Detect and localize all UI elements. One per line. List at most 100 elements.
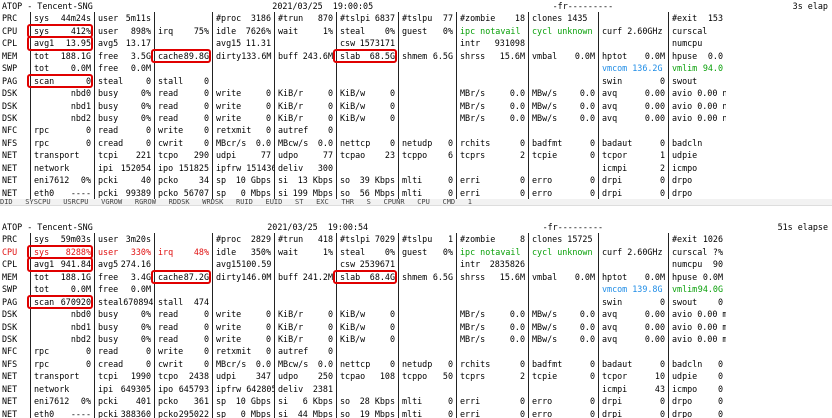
metric-cell: avq 0.00 bbox=[598, 111, 668, 125]
metric-key: icmpi bbox=[602, 162, 628, 173]
metric-value: 99389 bbox=[125, 187, 151, 198]
resource-row-net: NET network ipi 152054 ipo 151825 ipfrw 151436… bbox=[0, 161, 832, 175]
metric-key: irq bbox=[158, 25, 174, 36]
sample-datetime: 2021/03/25 19:00:05 bbox=[272, 1, 374, 11]
metric-value: 0.0 bbox=[509, 112, 525, 123]
metric-cell: wait 1% bbox=[274, 24, 336, 38]
metric-value: 0.00 bbox=[644, 100, 665, 111]
metric-cell: nbd2 bbox=[30, 111, 94, 125]
metric-value: 0 bbox=[265, 333, 271, 344]
metric-value: 0 bbox=[447, 408, 453, 418]
metric-value: nbd1 bbox=[70, 321, 91, 332]
metric-value: 0% bbox=[80, 396, 91, 407]
metric-key: tcpie bbox=[532, 150, 558, 161]
metric-cell bbox=[336, 161, 398, 175]
metric-cell: #trun 870 bbox=[274, 12, 336, 25]
metric-key: ipo bbox=[158, 162, 174, 173]
metric-value: 0 bbox=[589, 371, 595, 382]
metric-cell: udpo 250 bbox=[274, 370, 336, 383]
metric-value: 188.1G bbox=[60, 271, 91, 282]
resource-label: CPL bbox=[2, 259, 18, 270]
metric-key: tcpo bbox=[158, 150, 179, 161]
metric-cell: so 39 Kbps bbox=[336, 174, 398, 187]
metric-value: 649305 bbox=[120, 383, 151, 394]
metric-value: 1026 bbox=[702, 234, 723, 245]
metric-value: 0 bbox=[327, 346, 333, 357]
metric-key: MBw/s bbox=[532, 100, 558, 111]
metric-key: MBcw/s bbox=[278, 358, 309, 369]
metric-cell: steal 0% bbox=[336, 24, 398, 38]
metric-key: write bbox=[158, 125, 184, 136]
metric-cell bbox=[398, 308, 456, 321]
metric-cell: hpuse 0.0 bbox=[668, 49, 726, 63]
metric-key: KiB/r bbox=[278, 112, 304, 123]
resource-row-cpu: CPU sys 412% user 898% irq 75% idle 7626% wait 1% s… bbox=[0, 24, 832, 38]
metric-cell: MBw/s 0.0 bbox=[528, 308, 598, 321]
resource-row-mem: MEM tot 188.1G free 3.5G cache 89.8G dirty 133.6… bbox=[0, 49, 832, 63]
metric-cell: mlti 0 bbox=[398, 407, 456, 418]
resource-label: CPU bbox=[2, 246, 18, 257]
metric-key: mlti bbox=[402, 187, 423, 198]
metric-key: erri bbox=[460, 408, 481, 418]
metric-value: 19 Mbps bbox=[359, 408, 395, 418]
metric-value: 2381 bbox=[312, 383, 333, 394]
resource-row-net: NET eni7612 0% pcki 40 pcko 34 sp 10 Gbps si 13 Kb… bbox=[0, 174, 832, 187]
metric-key: mlti bbox=[402, 408, 423, 418]
metric-value: ---- bbox=[70, 408, 91, 418]
metric-key: KiB/r bbox=[278, 309, 304, 320]
metric-value: 0 bbox=[589, 187, 595, 198]
metric-cell: KiB/r 0 bbox=[274, 332, 336, 346]
metric-key: netudp bbox=[402, 137, 433, 148]
resource-label: NET bbox=[2, 187, 18, 198]
metric-cell: MBr/s 0.0 bbox=[456, 111, 528, 125]
metric-value: 0 bbox=[717, 408, 723, 418]
metric-cell: badcln bbox=[668, 136, 726, 150]
metric-key: idle bbox=[216, 246, 237, 257]
metric-cell: autref 0 bbox=[274, 124, 336, 137]
metric-cell: read 0 bbox=[154, 99, 212, 112]
metric-key: cache bbox=[158, 271, 184, 282]
metric-cell: mlti 0 bbox=[398, 174, 456, 187]
metric-value: 1 bbox=[447, 234, 453, 245]
metric-value: 39 Kbps bbox=[359, 175, 395, 186]
metric-value: 90 bbox=[712, 259, 723, 270]
metric-key: #tslpi bbox=[340, 234, 371, 245]
metric-value: 0.0 bbox=[579, 321, 595, 332]
metric-cell: autref 0 bbox=[274, 345, 336, 358]
resource-label: MEM bbox=[2, 50, 18, 61]
metric-key: stall bbox=[158, 75, 184, 86]
metric-cell: erri 0 bbox=[456, 407, 528, 418]
metric-value: 0 bbox=[389, 88, 395, 99]
metric-cell: write 0 bbox=[212, 332, 274, 346]
resource-row-dsk: DSK nbd2 busy 0% read 0 write 0 KiB/r 0 KiB/w 0 MBr/… bbox=[0, 332, 832, 346]
metric-value: 300 bbox=[317, 162, 333, 173]
metric-value: 75% bbox=[193, 25, 209, 36]
metric-key: avio 0.00 n bbox=[672, 112, 726, 123]
resource-row-dsk: DSK nbd0 busy 0% read 0 write 0 KiB/r 0 KiB/w 0 MBr/… bbox=[0, 87, 832, 100]
metric-value: 0 bbox=[203, 125, 209, 136]
metric-cell bbox=[398, 99, 456, 112]
metric-cell: #trun 418 bbox=[274, 233, 336, 246]
resource-label: PAG bbox=[2, 296, 18, 307]
metric-cell bbox=[398, 258, 456, 271]
elapsed-time: 3s elap bbox=[792, 1, 828, 11]
metric-cell: MBw/s 0.0 bbox=[528, 320, 598, 333]
metric-key: MBr/s bbox=[460, 88, 486, 99]
metric-cell: #proc 2829 bbox=[212, 233, 274, 246]
metric-cell bbox=[274, 74, 336, 88]
metric-key: cache bbox=[158, 50, 184, 61]
metric-value: 0% bbox=[140, 321, 151, 332]
metric-key: busy bbox=[98, 309, 119, 320]
metric-value: 0 bbox=[85, 125, 91, 136]
metric-key: eth0 bbox=[34, 408, 55, 418]
metric-cell: retxmit 0 bbox=[212, 345, 274, 358]
metric-key: pcki bbox=[98, 187, 119, 198]
metric-key: hpuse bbox=[672, 271, 698, 282]
metric-cell bbox=[274, 295, 336, 309]
metric-value: 0 bbox=[519, 358, 525, 369]
resource-row-net: NET eth0 ---- pcki 99389 pcko 56707 sp 0 Mbps si 1… bbox=[0, 186, 832, 199]
metric-cell: #tslpi 6837 bbox=[336, 12, 398, 25]
metric-cell bbox=[598, 233, 668, 246]
metric-key: shmem bbox=[402, 271, 428, 282]
resource-label: CPL bbox=[2, 38, 18, 49]
